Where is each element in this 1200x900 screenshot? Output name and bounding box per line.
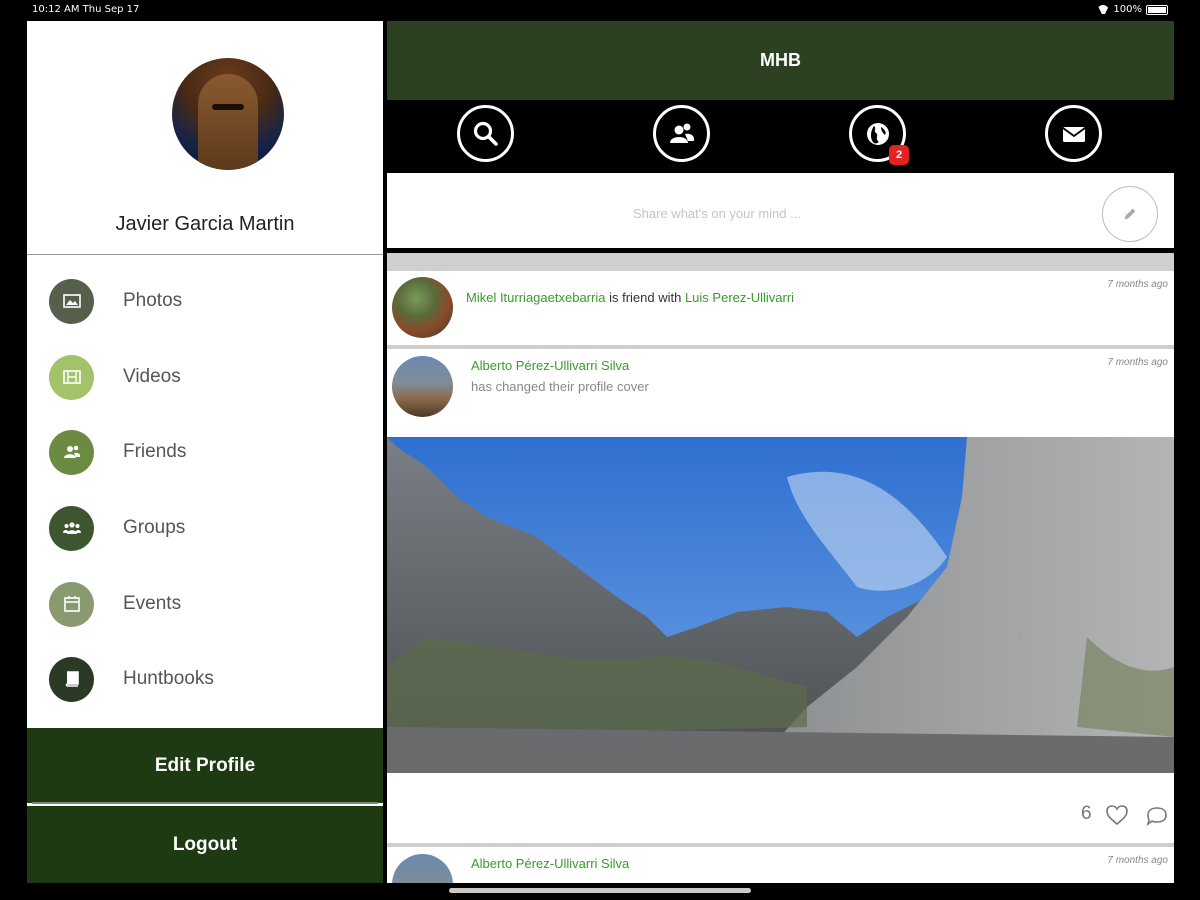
film-icon <box>49 354 94 400</box>
sidebar: Javier Garcia Martin Photos Videos Frien… <box>27 21 383 883</box>
battery-icon <box>1146 4 1168 15</box>
app-header: MHB <box>387 21 1174 100</box>
post-actions: 6 <box>387 773 1174 843</box>
feed-time: 7 months ago <box>1107 357 1168 368</box>
sidebar-item-label: Friends <box>123 441 187 462</box>
image-icon <box>49 278 94 324</box>
sidebar-item-events[interactable]: Events <box>27 572 383 636</box>
status-bar: 10:12 AM Thu Sep 17 100% <box>0 0 1200 20</box>
feed-text: Mikel Iturriagaetxebarria is friend with… <box>466 290 794 305</box>
feed-item[interactable]: Mikel Iturriagaetxebarria is friend with… <box>387 271 1174 345</box>
feed-actor: Alberto Pérez-Ullivarri Silva <box>471 358 629 373</box>
button-divider <box>32 802 378 804</box>
status-time: 10:12 AM Thu Sep 17 <box>32 4 140 15</box>
target-link[interactable]: Luis Perez-Ullivarri <box>685 290 794 305</box>
sidebar-item-label: Groups <box>123 517 186 538</box>
edit-profile-button[interactable]: Edit Profile <box>27 728 383 803</box>
post-composer[interactable]: Share what's on your mind ... <box>387 173 1174 253</box>
page-title: MHB <box>760 50 801 70</box>
avatar-figure <box>198 74 258 170</box>
avatar[interactable] <box>392 277 453 338</box>
sidebar-item-photos[interactable]: Photos <box>27 269 383 333</box>
avatar[interactable] <box>392 356 453 417</box>
status-right: 100% <box>1097 4 1168 15</box>
notifications-badge: 2 <box>889 145 909 165</box>
sidebar-item-videos[interactable]: Videos <box>27 345 383 409</box>
feed-description: has changed their profile cover <box>471 379 649 394</box>
sidebar-item-label: Videos <box>123 366 181 387</box>
composer-placeholder[interactable]: Share what's on your mind ... <box>633 206 801 221</box>
globe-icon <box>866 122 889 145</box>
sidebar-item-groups[interactable]: Groups <box>27 496 383 560</box>
like-count: 6 <box>1081 803 1092 824</box>
toolbar: 2 <box>387 100 1174 173</box>
sidebar-item-huntbooks[interactable]: Huntbooks <box>27 647 383 711</box>
sidebar-item-label: Huntbooks <box>123 668 214 689</box>
friends-button[interactable] <box>653 105 710 162</box>
search-icon <box>473 121 498 146</box>
cover-photo[interactable] <box>387 437 1174 773</box>
notifications-button[interactable]: 2 <box>849 105 909 165</box>
pencil-icon <box>1124 208 1136 220</box>
friends-icon <box>669 123 694 143</box>
heart-icon[interactable] <box>1105 804 1129 826</box>
actor-link[interactable]: Alberto Pérez-Ullivarri Silva <box>471 856 629 871</box>
actor-link[interactable]: Mikel Iturriagaetxebarria <box>466 290 605 305</box>
sidebar-item-friends[interactable]: Friends <box>27 420 383 484</box>
logout-button[interactable]: Logout <box>27 806 383 883</box>
actor-link[interactable]: Alberto Pérez-Ullivarri Silva <box>471 358 629 373</box>
divider <box>27 254 383 255</box>
sidebar-item-label: Photos <box>123 290 183 311</box>
profile-avatar[interactable] <box>172 58 284 170</box>
mail-icon <box>1061 126 1086 142</box>
avatar[interactable] <box>392 854 453 883</box>
calendar-icon <box>49 581 94 627</box>
users-icon <box>49 429 94 475</box>
feed-verb: is friend with <box>609 290 682 305</box>
comment-icon[interactable] <box>1145 805 1169 827</box>
avatar-eyes <box>212 104 244 110</box>
feed-item[interactable]: Alberto Pérez-Ullivarri Silva has change… <box>387 349 1174 437</box>
messages-button[interactable] <box>1045 105 1102 162</box>
group-icon <box>49 505 94 551</box>
sidebar-item-label: Events <box>123 593 182 614</box>
feed-time: 7 months ago <box>1107 279 1168 290</box>
feed-item[interactable]: Alberto Pérez-Ullivarri Silva 7 months a… <box>387 847 1174 883</box>
feed-time: 7 months ago <box>1107 855 1168 866</box>
feed-actor: Alberto Pérez-Ullivarri Silva <box>471 856 629 871</box>
compose-button[interactable] <box>1102 186 1158 242</box>
profile-name: Javier Garcia Martin <box>115 213 295 235</box>
home-indicator <box>449 888 751 893</box>
search-button[interactable] <box>457 105 514 162</box>
battery-percent: 100% <box>1113 4 1142 15</box>
book-icon <box>49 656 94 702</box>
wifi-icon <box>1097 5 1109 14</box>
main-panel: MHB 2 Share what's on your mind ... Mike… <box>387 21 1174 883</box>
